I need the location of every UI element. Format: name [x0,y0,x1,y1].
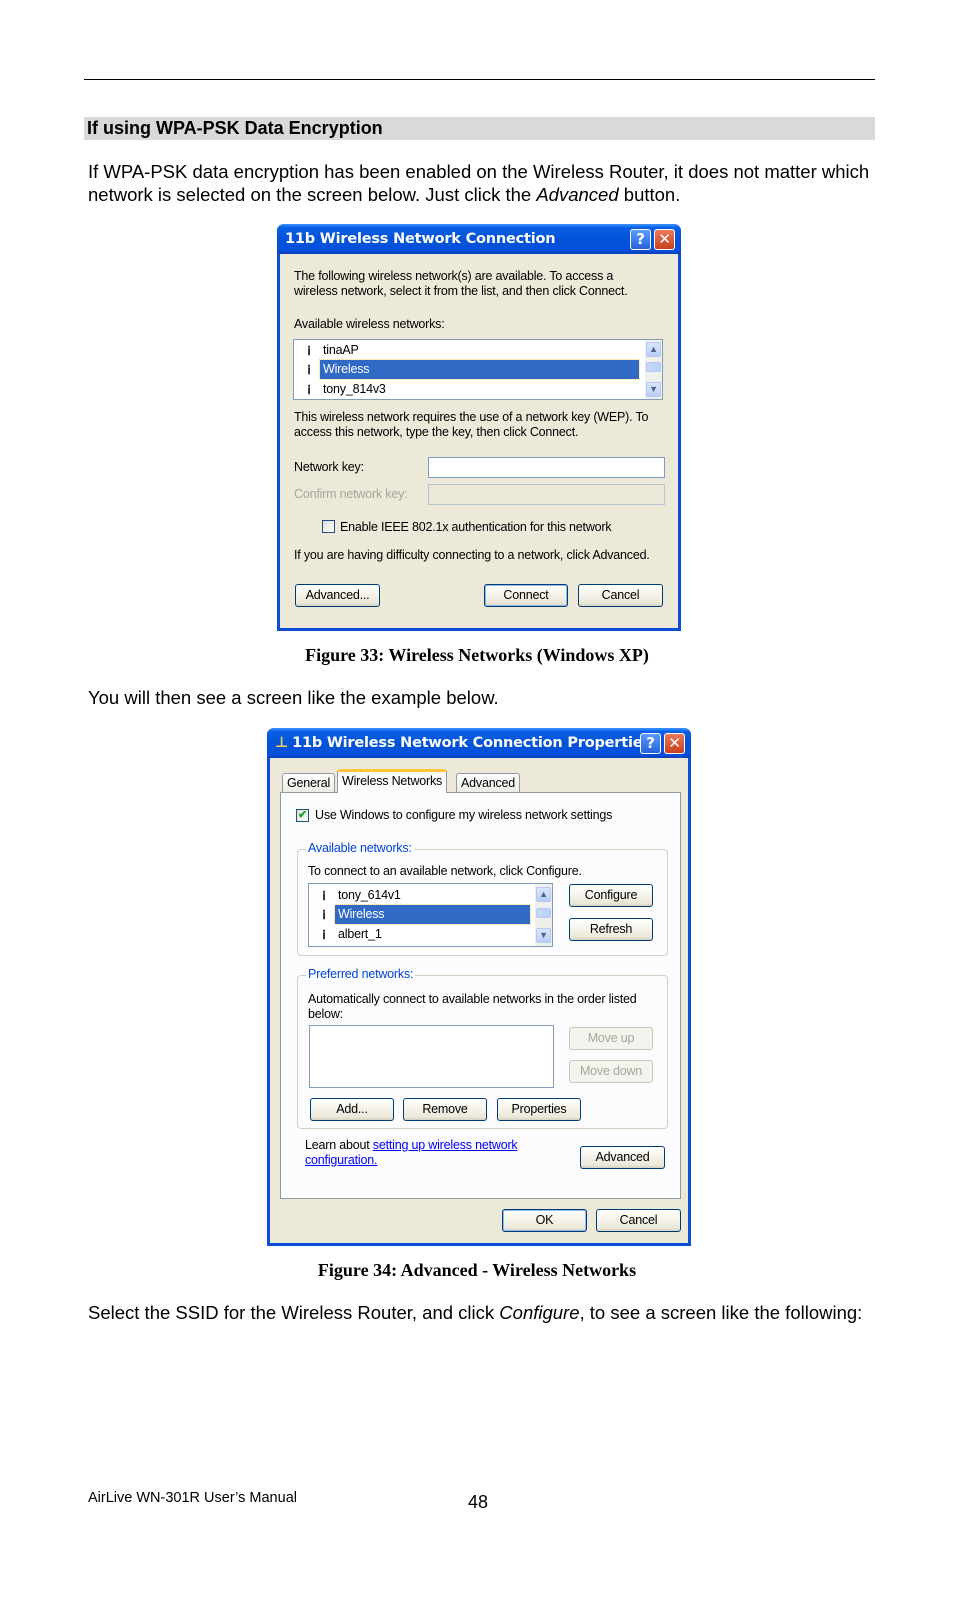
connect-button[interactable]: Connect [484,584,568,607]
help-icon: ? [646,734,655,752]
advanced-button[interactable]: Advanced [580,1146,665,1169]
cancel-button[interactable]: Cancel [578,584,663,607]
close-button[interactable]: ✕ [654,229,675,250]
wireless-setup-help-link-cont[interactable]: configuration. [305,1153,377,1167]
confirm-key-label: Confirm network key: [294,487,408,501]
network-key-input[interactable] [428,457,665,478]
list-scrollbar[interactable]: ▲ ▼ [645,340,662,399]
available-networks-legend: Available networks: [306,841,414,855]
header-rule [84,79,875,80]
scroll-up-arrow-icon[interactable]: ▲ [536,887,551,902]
available-networks-list[interactable]: ⅰ tinaAP ⅰ Wireless ⅰ tony_814v3 ▲ ▼ [293,339,663,400]
available-networks-list[interactable]: ⅰ tony_614v1 ⅰ Wireless ⅰ albert_1 ▲ ▼ [308,883,553,947]
wireless-setup-help-link[interactable]: setting up wireless network [373,1138,518,1152]
dialog-titlebar: ⊥ 11b Wireless Network Connection Propert… [267,728,691,758]
help-button[interactable]: ? [640,733,661,754]
dialog-titlebar: 11b Wireless Network Connection ? ✕ [277,224,681,254]
properties-button[interactable]: Properties [497,1098,581,1121]
remove-button[interactable]: Remove [403,1098,487,1121]
wireless-network-icon: ⅰ [322,928,326,942]
tab-advanced[interactable]: Advanced [456,773,520,793]
wireless-network-connection-dialog: 11b Wireless Network Connection ? ✕ The … [277,224,681,631]
list-scrollbar[interactable]: ▲ ▼ [535,884,552,946]
close-icon: ✕ [668,734,681,752]
closing-paragraph: Select the SSID for the Wireless Router,… [88,1302,863,1323]
wireless-network-icon: ⅰ [322,889,326,903]
use-windows-label: Use Windows to configure my wireless net… [315,808,613,822]
network-connection-icon: ⊥ [275,735,289,751]
learn-about-line-2: configuration. [305,1153,377,1167]
network-list-item-selected[interactable]: ⅰ Wireless [294,359,644,380]
available-networks-group: Available networks: To connect to an ava… [297,841,668,956]
network-list-item[interactable]: ⅰ tony_614v1 [309,886,534,905]
description-line-2: wireless network, select it from the lis… [294,284,628,298]
help-button[interactable]: ? [630,229,651,250]
network-list-item[interactable]: ⅰ tinaAP [294,341,644,360]
available-instruction: To connect to an available network, clic… [308,864,582,878]
tab-general[interactable]: General [282,773,336,793]
learn-about-line-1: Learn about setting up wireless network [305,1138,518,1152]
preferred-networks-group: Preferred networks: Automatically connec… [297,967,668,1129]
move-down-button[interactable]: Move down [569,1060,653,1083]
footer-manual-title: AirLive WN-301R User’s Manual [88,1490,297,1506]
configure-button[interactable]: Configure [569,884,653,907]
intro-paragraph: If WPA-PSK data encryption has been enab… [88,161,870,205]
add-button[interactable]: Add... [310,1098,394,1121]
wireless-network-icon: ⅰ [307,344,311,358]
scroll-down-arrow-icon[interactable]: ▼ [536,928,551,943]
network-list-item[interactable]: ⅰ tony_814v3 [294,380,644,399]
ok-button[interactable]: OK [502,1209,587,1232]
dialog-title: 11b Wireless Network Connection [285,231,556,247]
scroll-thumb[interactable] [536,908,551,918]
network-list-item[interactable]: ⅰ albert_1 [309,925,534,944]
preferred-instruction-line-1: Automatically connect to available netwo… [308,992,637,1006]
wireless-network-icon: ⅰ [307,363,311,377]
wireless-connection-properties-dialog: ⊥ 11b Wireless Network Connection Propert… [267,728,691,1246]
wep-note-line-1: This wireless network requires the use o… [294,410,649,424]
scroll-up-arrow-icon[interactable]: ▲ [646,342,661,357]
figure-33-caption: Figure 33: Wireless Networks (Windows XP… [305,645,649,665]
network-key-label: Network key: [294,460,364,474]
difficulty-note: If you are having difficulty connecting … [294,548,650,562]
confirm-key-input[interactable] [428,484,665,505]
ieee-8021x-label: Enable IEEE 802.1x authentication for th… [340,520,612,534]
section-heading: If using WPA-PSK Data Encryption [84,117,875,140]
description-line-1: The following wireless network(s) are av… [294,269,614,283]
ieee-8021x-checkbox[interactable] [322,520,335,533]
wireless-network-icon: ⅰ [322,908,326,922]
advanced-button[interactable]: Advanced... [295,584,380,607]
scroll-down-arrow-icon[interactable]: ▼ [646,382,661,397]
wireless-networks-panel: ✔ Use Windows to configure my wireless n… [280,792,681,1199]
use-windows-checkbox[interactable]: ✔ [296,809,309,822]
refresh-button[interactable]: Refresh [569,918,653,941]
move-up-button[interactable]: Move up [569,1027,653,1050]
tab-wireless-networks[interactable]: Wireless Networks [337,769,448,793]
cancel-button[interactable]: Cancel [596,1209,681,1232]
preferred-networks-list[interactable] [309,1025,554,1088]
wep-note-line-2: access this network, type the key, then … [294,425,579,439]
footer-page-number: 48 [468,1492,489,1512]
dialog-title: 11b Wireless Network Connection Properti… [292,735,651,751]
close-button[interactable]: ✕ [664,733,685,754]
figure-34-caption: Figure 34: Advanced - Wireless Networks [317,1260,637,1280]
wireless-network-icon: ⅰ [307,383,311,397]
transition-paragraph: You will then see a screen like the exam… [88,687,499,708]
network-list-item-selected[interactable]: ⅰ Wireless [309,904,534,925]
preferred-instruction-line-2: below: [308,1007,343,1021]
available-networks-label: Available wireless networks: [294,317,445,331]
help-icon: ? [636,230,645,248]
preferred-networks-legend: Preferred networks: [306,967,416,981]
scroll-thumb[interactable] [646,362,661,372]
close-icon: ✕ [658,230,671,248]
